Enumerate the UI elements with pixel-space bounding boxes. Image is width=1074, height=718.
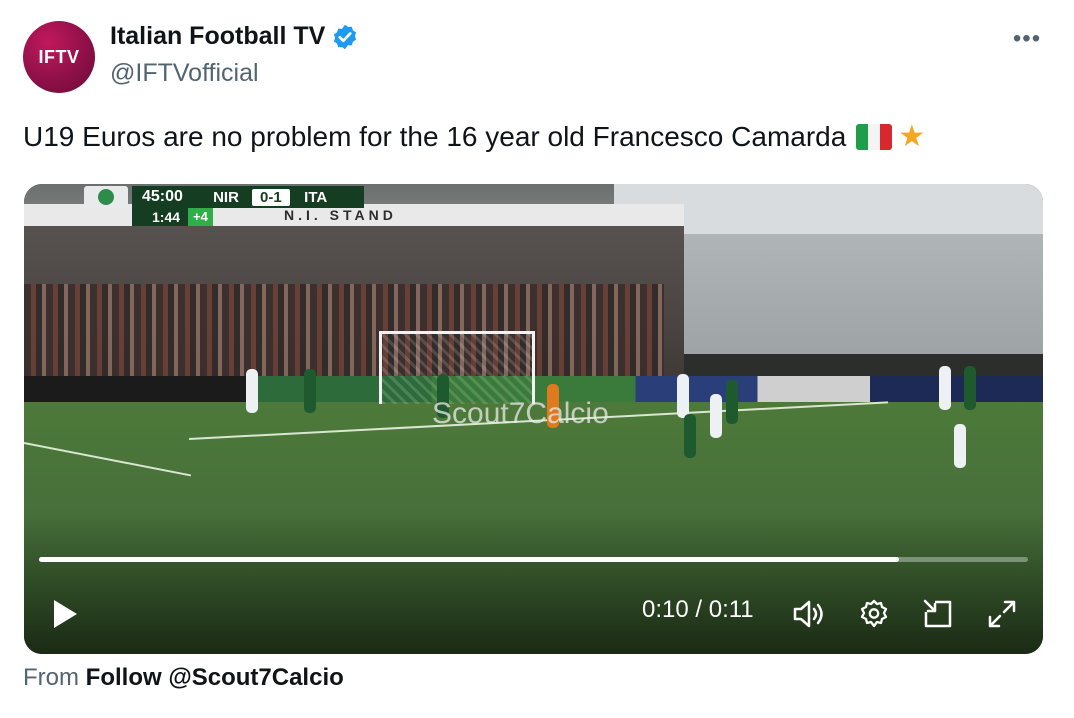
added-clock: 1:44	[152, 209, 181, 225]
player	[954, 424, 966, 468]
added-time: +4	[188, 208, 213, 226]
author-display-name[interactable]: Italian Football TV	[110, 22, 325, 51]
competition-logo-icon	[84, 186, 128, 208]
play-icon	[54, 600, 77, 628]
author-handle[interactable]: @IFTVofficial	[110, 59, 259, 88]
source-prefix: From	[23, 664, 79, 691]
scoreboard-bottom: 1:44 +4	[132, 208, 213, 226]
volume-icon	[793, 600, 823, 628]
player	[710, 394, 722, 438]
settings-icon	[860, 599, 888, 628]
tweet-text-row: U19 Euros are no problem for the 16 year…	[23, 121, 925, 153]
scoreboard-top: 45:00 NIR 0-1 ITA	[132, 186, 364, 208]
video-goal	[379, 331, 535, 404]
home-team: NIR	[213, 188, 239, 206]
star-icon: ★	[898, 120, 926, 153]
source-link[interactable]: Follow @Scout7Calcio	[86, 664, 344, 691]
player	[726, 380, 738, 424]
settings-button[interactable]	[856, 596, 892, 632]
video-watermark: Scout7Calcio	[432, 397, 609, 430]
play-button[interactable]	[48, 597, 82, 631]
match-time: 45:00	[142, 188, 183, 205]
player	[939, 366, 951, 410]
score: 0-1	[252, 188, 290, 206]
progress-bar[interactable]	[39, 557, 1028, 562]
volume-button[interactable]	[789, 596, 829, 632]
progress-fill	[39, 557, 900, 562]
source-attribution: From Follow @Scout7Calcio	[23, 664, 344, 692]
tweet-text: U19 Euros are no problem for the 16 year…	[23, 121, 847, 152]
fullscreen-icon	[988, 600, 1016, 628]
author-name-row: Italian Football TV	[110, 22, 359, 51]
more-options-icon[interactable]: •••	[1012, 24, 1042, 54]
video-player[interactable]: N.I. STAND Scout7Calcio 45:00 NIR 0-1 IT…	[24, 184, 1043, 654]
player	[304, 369, 316, 413]
video-time: 0:10 / 0:11	[642, 596, 754, 623]
fullscreen-button[interactable]	[984, 596, 1020, 632]
player	[684, 414, 696, 458]
player	[677, 374, 689, 418]
player	[246, 369, 258, 413]
player	[964, 366, 976, 410]
italy-flag-icon	[856, 124, 893, 150]
stand-label: N.I. STAND	[284, 207, 397, 223]
pip-button[interactable]	[920, 596, 956, 632]
video-crowd	[24, 284, 664, 384]
verified-badge-icon	[334, 24, 357, 49]
controls-gradient	[24, 514, 1043, 654]
avatar-text: IFTV	[38, 46, 80, 67]
away-team: ITA	[304, 188, 328, 206]
pip-icon	[923, 599, 952, 628]
author-avatar[interactable]: IFTV	[23, 21, 95, 93]
